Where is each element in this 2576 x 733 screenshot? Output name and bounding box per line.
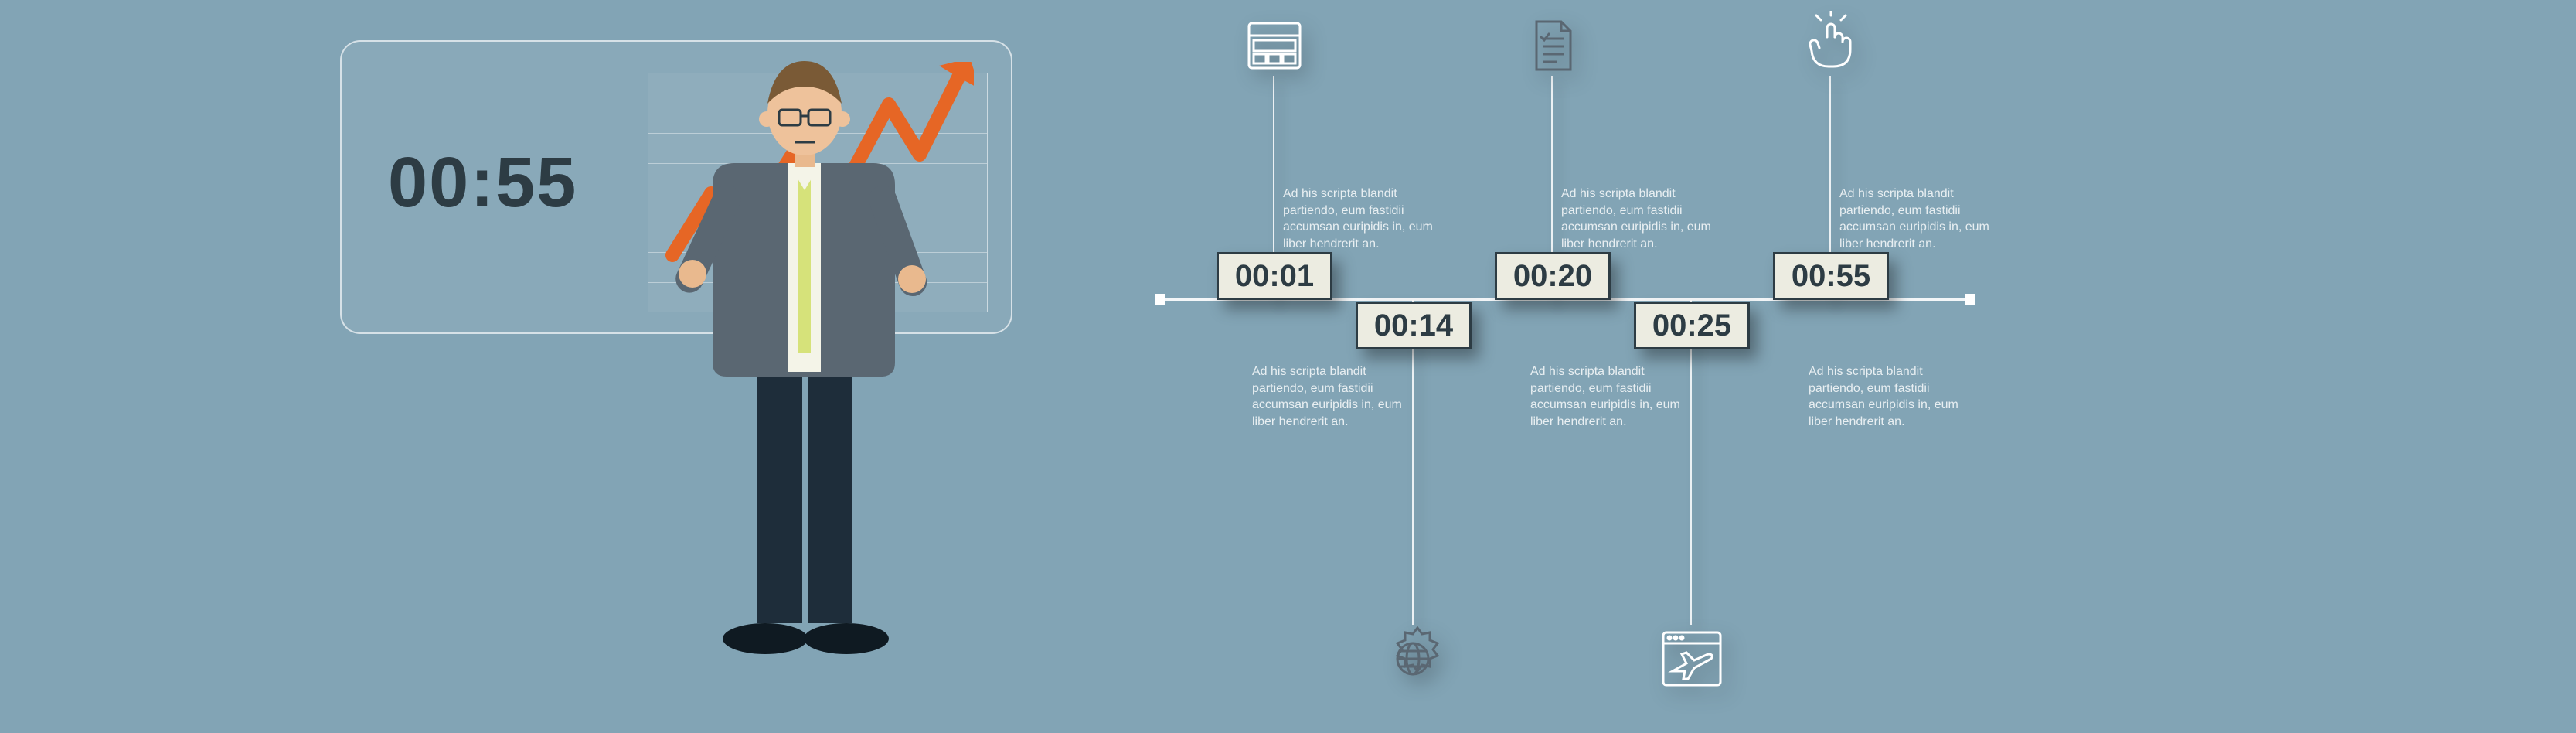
blurb-top-3: Ad his scripta blandit partiendo, eum fa… [1839,186,1994,252]
time-chip-5: 00:25 [1634,302,1750,349]
globe-gear-icon [1379,625,1447,693]
time-chip-3: 00:55 [1773,252,1889,300]
time-chip-2-label: 00:20 [1513,259,1592,294]
presenter-illustration [672,36,935,685]
time-chip-4: 00:14 [1356,302,1472,349]
blurb-bot-3: Ad his scripta blandit partiendo, eum fa… [1809,363,1963,430]
plane-window-icon [1659,626,1725,693]
time-chip-1: 00:01 [1217,252,1332,300]
blurb-top-1: Ad his scripta blandit partiendo, eum fa… [1283,186,1438,252]
time-chip-3-label: 00:55 [1792,259,1870,294]
big-time-display: 00:55 [388,142,577,223]
blurb-top-2: Ad his scripta blandit partiendo, eum fa… [1561,186,1716,252]
timeline-start-marker [1155,294,1165,305]
time-chip-5-label: 00:25 [1652,309,1731,343]
time-chip-2: 00:20 [1495,252,1611,300]
touch-icon [1801,11,1866,76]
webpage-icon [1244,15,1305,76]
document-icon [1523,15,1583,76]
time-chip-4-label: 00:14 [1374,309,1453,343]
blurb-bot-1: Ad his scripta blandit partiendo, eum fa… [1252,363,1407,430]
time-chip-1-label: 00:01 [1235,259,1314,294]
blurb-bot-2: Ad his scripta blandit partiendo, eum fa… [1530,363,1685,430]
timeline-end-marker [1965,294,1975,305]
